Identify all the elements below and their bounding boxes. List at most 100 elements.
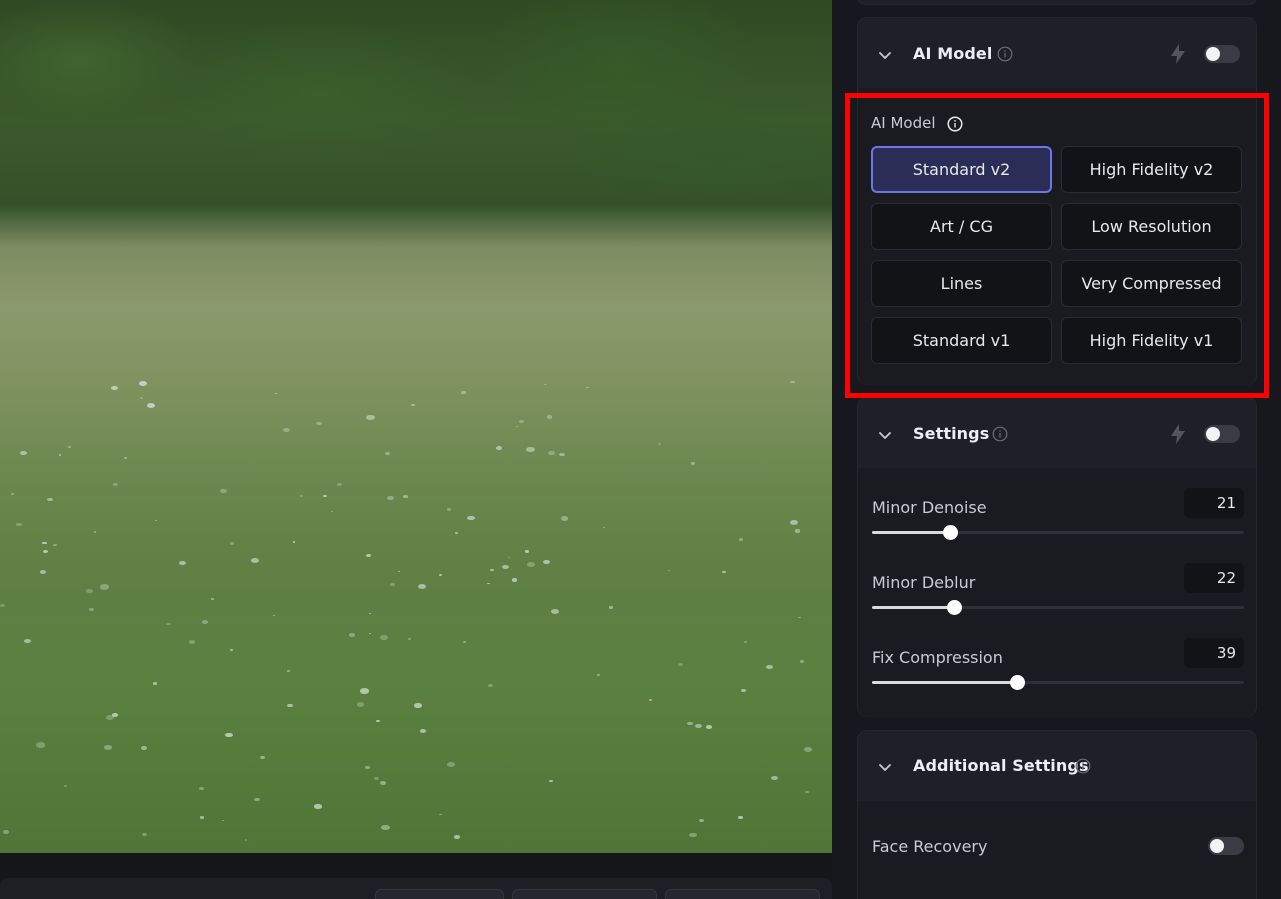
flower-speckle [490, 568, 495, 572]
flower-speckle [800, 660, 805, 663]
flower-speckle [689, 832, 697, 838]
slider-thumb[interactable] [943, 525, 959, 540]
flower-speckle [368, 632, 371, 635]
flower-speckle [39, 569, 47, 574]
chevron-down-icon[interactable] [878, 427, 892, 441]
slider-fix-compression: Fix Compression 39 [872, 638, 1244, 708]
flower-speckle [47, 498, 53, 502]
flower-speckle [386, 495, 395, 501]
slider-thumb[interactable] [1010, 675, 1026, 690]
model-option-high-fidelity-v2[interactable]: High Fidelity v2 [1061, 146, 1242, 193]
flower-speckle [155, 519, 158, 522]
flower-speckle [546, 415, 553, 419]
model-option-high-fidelity-v1[interactable]: High Fidelity v1 [1061, 317, 1242, 364]
info-icon[interactable] [992, 426, 1008, 442]
face-recovery-toggle[interactable] [1208, 837, 1244, 855]
slider-track[interactable] [872, 675, 1244, 690]
flower-speckle [548, 450, 555, 455]
flower-speckle [140, 397, 143, 399]
view-mode-button[interactable] [512, 889, 657, 899]
flower-speckle [417, 584, 427, 590]
chevron-down-icon[interactable] [878, 759, 892, 773]
settings-toggle[interactable] [1204, 425, 1240, 443]
flower-speckle [765, 664, 774, 670]
flower-speckle [254, 797, 261, 802]
flower-speckle [229, 542, 234, 545]
flower-speckle [141, 746, 148, 750]
slider-value-input[interactable]: 21 [1184, 488, 1244, 518]
flower-speckle [487, 582, 490, 585]
flower-speckle [677, 662, 684, 667]
ai-model-header[interactable]: AI Model [858, 18, 1256, 88]
slider-track[interactable] [872, 600, 1244, 615]
flower-speckle [16, 522, 23, 527]
flower-speckle [649, 698, 653, 701]
flower-speckle [805, 790, 810, 794]
model-option-low-resolution[interactable]: Low Resolution [1061, 203, 1242, 250]
chevron-down-icon[interactable] [878, 47, 892, 61]
additional-settings-title: Additional Settings [913, 756, 1089, 775]
flower-speckle [123, 457, 128, 460]
settings-header[interactable]: Settings [858, 398, 1256, 468]
slider-fill [872, 531, 951, 534]
slider-minor-denoise: Minor Denoise 21 [872, 488, 1244, 558]
model-option-art-cg[interactable]: Art / CG [871, 203, 1052, 250]
slider-value-input[interactable]: 22 [1184, 563, 1244, 593]
flower-speckle [287, 703, 294, 708]
flower-speckle [694, 723, 702, 728]
fit-view-button[interactable] [375, 889, 504, 899]
flower-speckle [42, 541, 47, 545]
flower-speckle [526, 447, 535, 453]
flower-speckle [495, 445, 503, 450]
flower-speckle [789, 519, 798, 525]
flower-speckle [790, 380, 795, 384]
flower-speckle [322, 494, 328, 498]
model-option-very-compressed[interactable]: Very Compressed [1061, 260, 1242, 307]
additional-settings-header[interactable]: Additional Settings [858, 731, 1256, 801]
slider-thumb[interactable] [946, 600, 962, 615]
flower-speckle [58, 454, 62, 456]
flower-speckle [743, 641, 747, 644]
settings-body: Minor Denoise 21 Minor Deblur 22 Fix Com… [858, 468, 1256, 717]
flower-speckle [93, 530, 97, 533]
flower-speckle [366, 414, 376, 420]
info-icon[interactable] [997, 46, 1013, 62]
ai-model-toggle[interactable] [1204, 45, 1240, 63]
slider-value-input[interactable]: 39 [1184, 638, 1244, 668]
flower-speckle [411, 403, 415, 407]
flower-speckle [89, 608, 95, 612]
model-option-standard-v2[interactable]: Standard v2 [871, 146, 1052, 193]
flower-speckle [316, 421, 322, 425]
flower-speckle [741, 689, 746, 692]
model-option-lines[interactable]: Lines [871, 260, 1052, 307]
flower-speckle [384, 452, 391, 456]
flower-speckle [11, 492, 15, 495]
flower-speckle [798, 616, 801, 618]
flower-speckle [259, 755, 266, 759]
flower-speckle [359, 688, 369, 694]
model-option-standard-v1[interactable]: Standard v1 [871, 317, 1052, 364]
flower-speckle [166, 622, 171, 626]
info-icon[interactable] [947, 116, 963, 132]
flower-speckle [275, 392, 278, 395]
flower-speckle [771, 775, 779, 781]
flower-speckle [414, 703, 422, 708]
flower-speckle [141, 833, 147, 837]
slider-track[interactable] [872, 525, 1244, 540]
flower-speckle [507, 556, 511, 559]
flower-speckle [705, 725, 712, 730]
flower-speckle [365, 553, 372, 557]
slider-label: Minor Denoise [872, 498, 987, 517]
flower-speckle [229, 649, 233, 652]
flower-speckle [104, 744, 113, 750]
info-icon[interactable] [1075, 758, 1091, 774]
flower-speckle [794, 529, 800, 533]
flower-speckle [455, 531, 459, 534]
model-options: Standard v2 High Fidelity v2 Art / CG Lo… [871, 146, 1243, 366]
image-preview[interactable] [0, 0, 832, 853]
flower-speckle [596, 674, 601, 677]
flower-speckle [100, 584, 110, 590]
flower-speckle [609, 606, 613, 609]
zoom-button[interactable] [665, 889, 820, 899]
flower-speckle [198, 786, 204, 790]
